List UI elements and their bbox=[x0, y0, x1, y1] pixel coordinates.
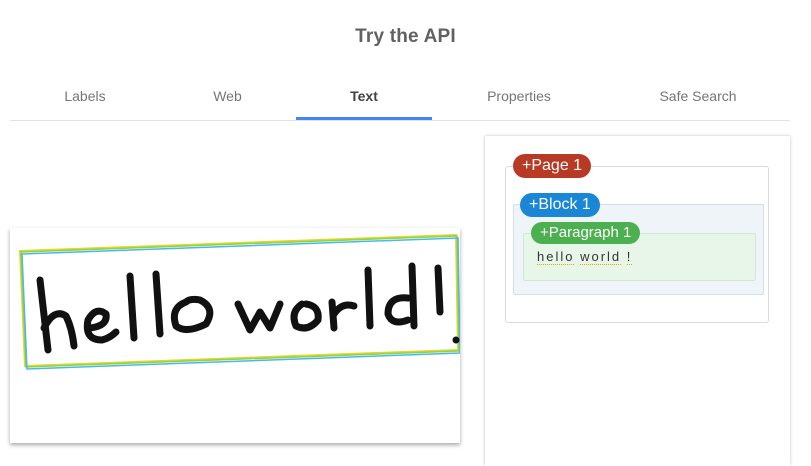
page-title: Try the API bbox=[355, 26, 456, 47]
word-exclamation[interactable]: ! bbox=[626, 249, 633, 265]
uploaded-image bbox=[10, 228, 460, 443]
page-badge[interactable]: +Page 1 bbox=[513, 154, 592, 178]
tab-web[interactable]: Web bbox=[155, 74, 300, 120]
tab-text[interactable]: Text bbox=[296, 74, 432, 120]
paragraph-text: hello world ! bbox=[537, 249, 633, 265]
text-results-panel: +Page 1 +Block 1 +Paragraph 1 hello worl… bbox=[485, 136, 790, 466]
exclamation-dot bbox=[452, 336, 460, 344]
paragraph-badge[interactable]: +Paragraph 1 bbox=[531, 222, 641, 244]
word-world[interactable]: world bbox=[580, 249, 622, 265]
handwritten-text bbox=[36, 262, 444, 354]
tab-safe-search[interactable]: Safe Search bbox=[618, 74, 778, 120]
tab-properties[interactable]: Properties bbox=[440, 74, 598, 120]
word-hello[interactable]: hello bbox=[537, 249, 575, 265]
tab-labels[interactable]: Labels bbox=[10, 74, 160, 120]
tab-bar: Labels Web Text Properties Safe Search bbox=[10, 74, 790, 121]
block-badge[interactable]: +Block 1 bbox=[520, 193, 600, 217]
handwriting-image bbox=[18, 233, 460, 370]
